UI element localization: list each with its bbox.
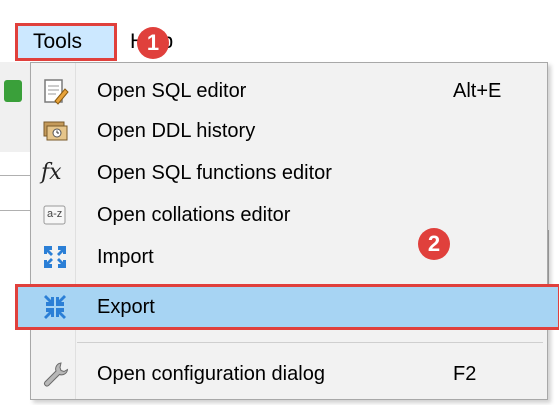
menu-item-import[interactable]: Import [33, 237, 545, 277]
menu-item-open-collations-editor[interactable]: a-z Open collations editor [33, 195, 545, 235]
menu-tools[interactable]: Tools [15, 23, 117, 61]
collations-icon: a-z [41, 201, 69, 229]
menu-item-label: Open SQL editor [97, 80, 247, 102]
menu-item-export[interactable]: Export [15, 284, 559, 330]
menu-item-label: Import [97, 246, 154, 268]
background-divider [0, 210, 30, 211]
menu-item-label: Open configuration dialog [97, 363, 325, 385]
menu-item-shortcut: F2 [453, 363, 477, 385]
menu-item-label: Export [97, 296, 155, 318]
background-divider [0, 175, 30, 176]
menu-separator [77, 342, 543, 343]
sql-editor-icon [41, 77, 69, 105]
fx-icon: fx [41, 160, 62, 185]
menubar: Tools Help [0, 0, 559, 62]
menu-item-open-configuration-dialog[interactable]: Open configuration dialog F2 [33, 354, 545, 394]
menu-item-shortcut: Alt+E [453, 80, 502, 102]
menu-tools-label: Tools [33, 30, 83, 53]
tools-dropdown-menu: Open SQL editor Alt+E Open DDL history f… [15, 62, 559, 400]
menu-item-label: Open collations editor [97, 204, 291, 226]
background-divider [548, 230, 549, 290]
menu-item-open-ddl-history[interactable]: Open DDL history [33, 111, 545, 151]
menu-item-label: Open SQL functions editor [97, 162, 332, 184]
collations-icon-text: a-z [47, 208, 63, 220]
menu-item-open-sql-functions-editor[interactable]: fx Open SQL functions editor [33, 153, 545, 193]
export-icon [41, 293, 69, 321]
menu-item-label: Open DDL history [97, 120, 256, 142]
ddl-history-icon [41, 117, 69, 145]
menu-item-open-sql-editor[interactable]: Open SQL editor Alt+E [33, 71, 545, 111]
background-toolbar-icon [4, 80, 22, 102]
import-icon [41, 243, 69, 271]
callout-badge-step-1: 1 [137, 27, 169, 59]
callout-badge-step-2: 2 [418, 228, 450, 260]
wrench-icon [41, 360, 69, 388]
